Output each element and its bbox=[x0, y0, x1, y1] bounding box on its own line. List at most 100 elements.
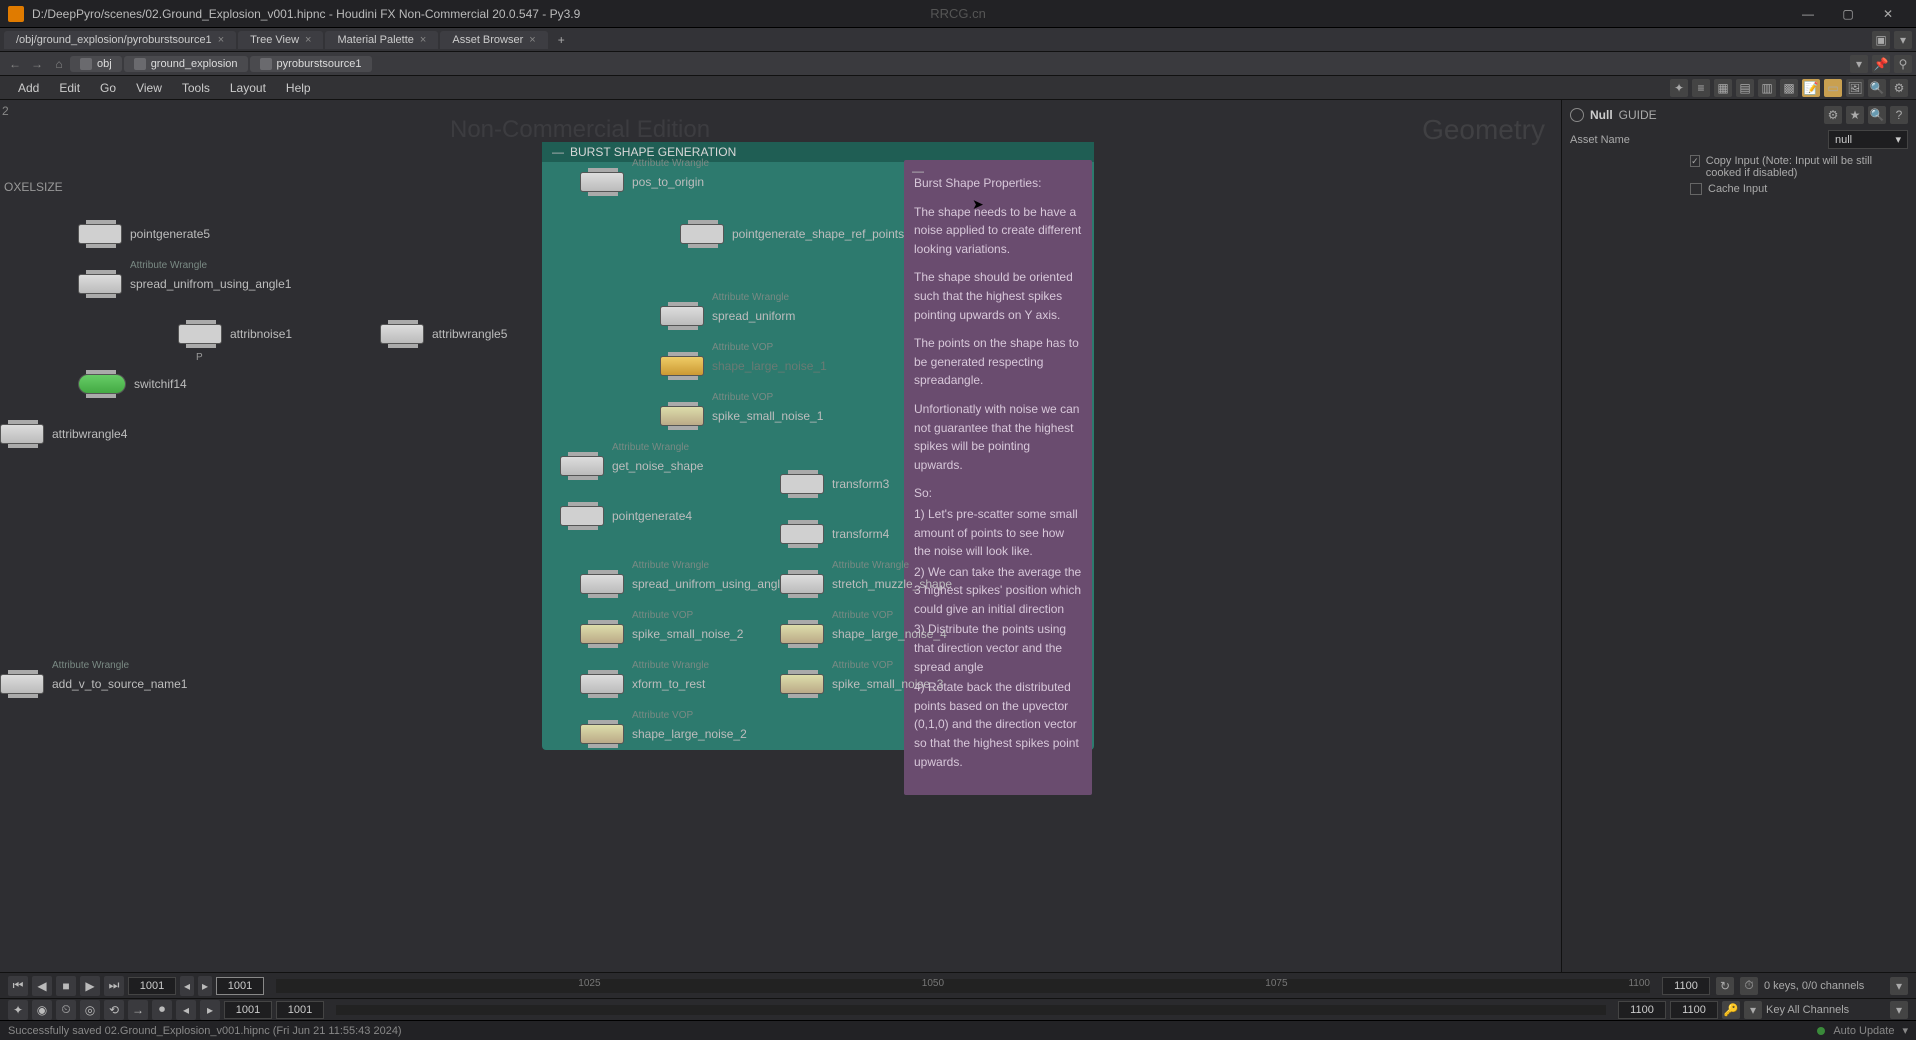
node-get-noise-shape[interactable]: Attribute Wrangleget_noise_shape bbox=[560, 456, 703, 476]
close-icon[interactable]: × bbox=[420, 34, 426, 46]
sticky-collapse-icon[interactable]: — bbox=[912, 162, 924, 181]
node-spread-unifrom-using-angle[interactable]: Attribute Wranglespread_unifrom_using_an… bbox=[580, 574, 787, 594]
close-icon[interactable]: × bbox=[218, 34, 224, 46]
menu-help[interactable]: Help bbox=[276, 78, 321, 98]
range-start-field[interactable]: 1001 bbox=[224, 1001, 272, 1019]
tool-grid1-icon[interactable]: ▦ bbox=[1714, 79, 1732, 97]
network-view[interactable]: 2 Non-Commercial Edition Geometry OXELSI… bbox=[0, 100, 1561, 972]
tool-grid3-icon[interactable]: ▥ bbox=[1758, 79, 1776, 97]
loop-icon[interactable]: ↻ bbox=[1716, 977, 1734, 995]
global-end1-field[interactable]: 1100 bbox=[1618, 1001, 1666, 1019]
key-next-icon[interactable]: ▸ bbox=[200, 1000, 220, 1020]
add-tab-button[interactable]: + bbox=[550, 30, 573, 50]
frame-prev-button[interactable]: ◂ bbox=[180, 976, 194, 996]
target-icon[interactable]: ◎ bbox=[80, 1000, 100, 1020]
arrow-right-icon[interactable]: → bbox=[128, 1000, 148, 1020]
tool-search-icon[interactable]: 🔍 bbox=[1868, 79, 1886, 97]
chevron-icon[interactable]: ▾ bbox=[1890, 977, 1908, 995]
path-obj[interactable]: obj bbox=[70, 56, 122, 72]
tab-network-path[interactable]: /obj/ground_explosion/pyroburstsource1× bbox=[4, 31, 236, 49]
clock-icon[interactable]: ⏲ bbox=[56, 1000, 76, 1020]
pane-menu-icon[interactable]: ▾ bbox=[1894, 31, 1912, 49]
node-spread-uniform[interactable]: Attribute Wranglespread_uniform bbox=[660, 306, 795, 326]
key-menu-icon[interactable]: ▾ bbox=[1744, 1001, 1762, 1019]
copy-input-checkbox[interactable]: ✓Copy Input (Note: Input will be still c… bbox=[1570, 155, 1908, 179]
nav-fwd-button[interactable]: → bbox=[26, 54, 48, 74]
node-pointgenerate5[interactable]: pointgenerate5 bbox=[78, 224, 210, 244]
current-frame-field[interactable]: 1001 bbox=[128, 977, 176, 995]
help-icon[interactable]: ? bbox=[1890, 106, 1908, 124]
menu-edit[interactable]: Edit bbox=[49, 78, 90, 98]
node-shape-large-noise-2[interactable]: Attribute VOPshape_large_noise_2 bbox=[580, 724, 747, 744]
sticky-note[interactable]: — Burst Shape Properties: The shape need… bbox=[904, 160, 1092, 795]
link-icon[interactable]: ⟲ bbox=[104, 1000, 124, 1020]
global-end2-field[interactable]: 1100 bbox=[1670, 1001, 1718, 1019]
path-dropdown-icon[interactable]: ▾ bbox=[1850, 55, 1868, 73]
maximize-pane-icon[interactable]: ▣ bbox=[1872, 31, 1890, 49]
tool-sticky-icon[interactable]: 📝 bbox=[1802, 79, 1820, 97]
node-spike-small-noise-2[interactable]: Attribute VOPspike_small_noise_2 bbox=[580, 624, 743, 644]
node-transform4[interactable]: transform4 bbox=[780, 524, 889, 544]
scope-icon[interactable]: ◉ bbox=[32, 1000, 52, 1020]
tool-gear-icon[interactable]: ⚙ bbox=[1890, 79, 1908, 97]
nav-back-button[interactable]: ← bbox=[4, 54, 26, 74]
asset-name-field[interactable]: null▾ bbox=[1828, 130, 1908, 149]
close-button[interactable]: ✕ bbox=[1868, 2, 1908, 26]
checkbox-icon[interactable]: ✓ bbox=[1690, 155, 1700, 167]
pin-icon[interactable]: 📌 bbox=[1872, 55, 1890, 73]
node-transform3[interactable]: transform3 bbox=[780, 474, 889, 494]
frame-field[interactable]: 1001 bbox=[216, 977, 264, 995]
node-attribwrangle5[interactable]: attribwrangle5 bbox=[380, 324, 507, 344]
search-icon[interactable]: 🔍 bbox=[1868, 106, 1886, 124]
chevron-down-icon[interactable]: ▾ bbox=[1895, 133, 1901, 146]
node-pointgenerate-shape-ref[interactable]: pointgenerate_shape_ref_points bbox=[680, 224, 904, 244]
tool-netbox-icon[interactable]: ▭ bbox=[1824, 79, 1842, 97]
menu-add[interactable]: Add bbox=[8, 78, 49, 98]
node-pointgenerate4[interactable]: pointgenerate4 bbox=[560, 506, 692, 526]
node-spread-unifrom-using-angle1[interactable]: Attribute Wranglespread_unifrom_using_an… bbox=[78, 274, 291, 294]
path-ground-explosion[interactable]: ground_explosion bbox=[124, 56, 248, 72]
star-icon[interactable]: ★ bbox=[1846, 106, 1864, 124]
node-pos-to-origin[interactable]: Attribute Wranglepos_to_origin bbox=[580, 172, 704, 192]
tool-wand-icon[interactable]: ✦ bbox=[1670, 79, 1688, 97]
checkbox-icon[interactable] bbox=[1690, 183, 1702, 195]
chevron-down-icon[interactable]: ▾ bbox=[1902, 1024, 1908, 1037]
node-switchif14[interactable]: switchif14 bbox=[78, 374, 187, 394]
netbox-title[interactable]: —BURST SHAPE GENERATION bbox=[542, 142, 1094, 162]
auto-update-label[interactable]: Auto Update bbox=[1833, 1025, 1894, 1037]
tab-material-palette[interactable]: Material Palette× bbox=[325, 31, 438, 49]
frame-next-button[interactable]: ▸ bbox=[198, 976, 212, 996]
snap-icon[interactable]: ✦ bbox=[8, 1000, 28, 1020]
key-icon[interactable]: 🔑 bbox=[1722, 1001, 1740, 1019]
node-add-v-to-source-name1[interactable]: Attribute Wrangleadd_v_to_source_name1 bbox=[0, 674, 187, 694]
close-icon[interactable]: × bbox=[305, 34, 311, 46]
tool-grid2-icon[interactable]: ▤ bbox=[1736, 79, 1754, 97]
rec-icon[interactable]: ⏺ bbox=[152, 1000, 172, 1020]
node-attribnoise1[interactable]: attribnoise1P bbox=[178, 324, 292, 344]
gear-icon[interactable]: ⚙ bbox=[1824, 106, 1842, 124]
tool-grid4-icon[interactable]: ▩ bbox=[1780, 79, 1798, 97]
tab-asset-browser[interactable]: Asset Browser× bbox=[440, 31, 547, 49]
chevron-down-icon[interactable]: ▾ bbox=[1890, 1001, 1908, 1019]
end-frame-field[interactable]: 1100 bbox=[1662, 977, 1710, 995]
maximize-button[interactable]: ▢ bbox=[1828, 2, 1868, 26]
key-prev-icon[interactable]: ◂ bbox=[176, 1000, 196, 1020]
play-last-button[interactable]: ⏭ bbox=[104, 976, 124, 996]
node-stretch-muzzle-shape[interactable]: Attribute Wranglestretch_muzzle_shape bbox=[780, 574, 952, 594]
nav-home-icon[interactable]: ⌂ bbox=[48, 54, 70, 74]
collapse-icon[interactable]: — bbox=[552, 145, 564, 159]
range-slider[interactable] bbox=[336, 1005, 1606, 1015]
range-end-field[interactable]: 1001 bbox=[276, 1001, 324, 1019]
node-shape-large-noise-1[interactable]: Attribute VOPshape_large_noise_1 bbox=[660, 356, 827, 376]
menu-layout[interactable]: Layout bbox=[220, 78, 276, 98]
menu-go[interactable]: Go bbox=[90, 78, 126, 98]
find-icon[interactable]: ⚲ bbox=[1894, 55, 1912, 73]
node-shape-large-noise-4[interactable]: Attribute VOPshape_large_noise_4 bbox=[780, 624, 947, 644]
tool-list-icon[interactable]: ≡ bbox=[1692, 79, 1710, 97]
node-attribwrangle4[interactable]: attribwrangle4 bbox=[0, 424, 127, 444]
cache-input-checkbox[interactable]: Cache Input bbox=[1570, 183, 1908, 195]
node-xform-to-rest[interactable]: Attribute Wranglexform_to_rest bbox=[580, 674, 705, 694]
tab-tree-view[interactable]: Tree View× bbox=[238, 31, 323, 49]
menu-view[interactable]: View bbox=[126, 78, 172, 98]
node-spike-small-noise-3[interactable]: Attribute VOPspike_small_noise_3 bbox=[780, 674, 943, 694]
